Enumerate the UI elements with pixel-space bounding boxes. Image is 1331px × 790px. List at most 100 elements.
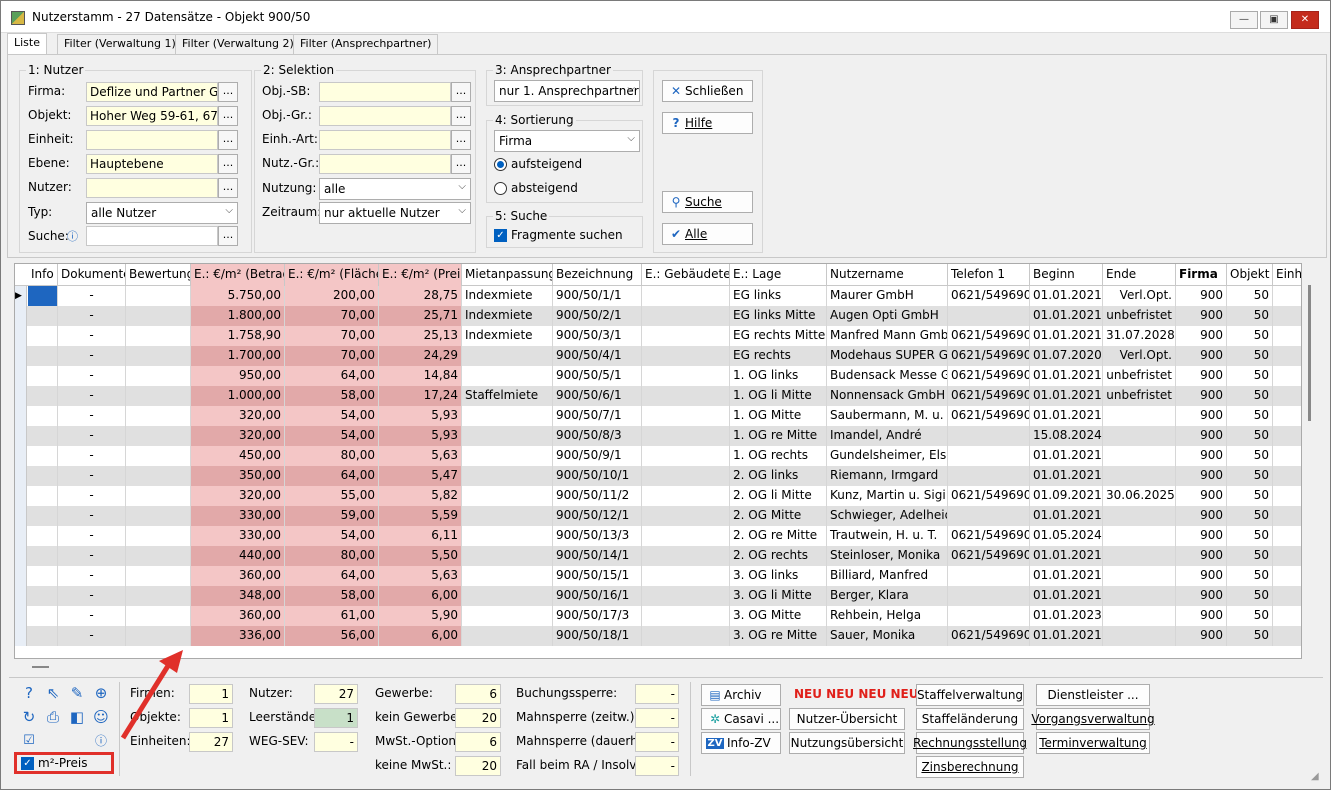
table-cell[interactable] bbox=[948, 606, 1030, 626]
table-cell[interactable] bbox=[126, 566, 191, 586]
column-header[interactable]: Telefon 1 bbox=[948, 264, 1030, 286]
table-cell[interactable]: EG rechts bbox=[730, 346, 827, 366]
table-cell[interactable]: 900 bbox=[1176, 446, 1227, 466]
table-cell[interactable]: 50 bbox=[1227, 286, 1273, 306]
table-cell[interactable]: 320,00 bbox=[191, 406, 285, 426]
table-cell[interactable]: 54,00 bbox=[285, 406, 379, 426]
table-cell[interactable]: 01.01.2021 bbox=[1030, 406, 1103, 426]
table-cell[interactable]: 900/50/15/1 bbox=[553, 566, 642, 586]
table-cell[interactable]: 0621/549690 bbox=[948, 406, 1030, 426]
table-cell[interactable]: Modehaus SUPER GmbH bbox=[827, 346, 948, 366]
table-cell[interactable] bbox=[1273, 466, 1301, 486]
table-cell[interactable]: Indexmiete bbox=[462, 326, 553, 346]
suche-button[interactable]: ⚲ Suche bbox=[662, 191, 753, 213]
table-cell[interactable]: Schwieger, Adelheid bbox=[827, 506, 948, 526]
rechnungsstellung-button[interactable]: Rechnungsstellung bbox=[913, 732, 1027, 754]
table-cell[interactable] bbox=[1273, 406, 1301, 426]
table-cell[interactable]: 336,00 bbox=[191, 626, 285, 646]
table-row[interactable]: - 1.700,00 70,00 24,29 900/50/4/1 EG rechts Mo… bbox=[15, 346, 1301, 366]
cursor-icon[interactable]: ⇖ bbox=[43, 683, 63, 703]
column-header[interactable]: Nutzername bbox=[827, 264, 948, 286]
minimize-icon[interactable]: — bbox=[1230, 11, 1258, 29]
ebene-browse-button[interactable]: ... bbox=[218, 154, 238, 174]
table-row[interactable]: - 360,00 64,00 5,63 900/50/15/1 3. OG links Bi… bbox=[15, 566, 1301, 586]
table-cell[interactable] bbox=[28, 306, 58, 326]
column-header[interactable]: Beginn bbox=[1030, 264, 1103, 286]
table-cell[interactable]: 900 bbox=[1176, 306, 1227, 326]
table-cell[interactable]: 900 bbox=[1176, 286, 1227, 306]
nutzer-uebersicht-button[interactable]: Nutzer-Übersicht bbox=[789, 708, 905, 730]
table-cell[interactable]: Kunz, Martin u. Sigi bbox=[827, 486, 948, 506]
table-cell[interactable] bbox=[1103, 506, 1176, 526]
table-cell[interactable] bbox=[462, 586, 553, 606]
table-cell[interactable]: - bbox=[58, 406, 126, 426]
table-cell[interactable] bbox=[642, 606, 730, 626]
table-cell[interactable]: 50 bbox=[1227, 526, 1273, 546]
table-cell[interactable]: 900/50/2/1 bbox=[553, 306, 642, 326]
table-cell[interactable] bbox=[462, 366, 553, 386]
table-cell[interactable]: 0621/549690 bbox=[948, 386, 1030, 406]
table-cell[interactable]: Berger, Klara bbox=[827, 586, 948, 606]
table-cell[interactable]: 55,00 bbox=[285, 486, 379, 506]
table-cell[interactable] bbox=[126, 366, 191, 386]
table-cell[interactable]: - bbox=[58, 506, 126, 526]
table-cell[interactable] bbox=[126, 386, 191, 406]
table-cell[interactable]: 25,13 bbox=[379, 326, 462, 346]
table-cell[interactable]: 3. OG links bbox=[730, 566, 827, 586]
maximize-icon[interactable]: ▣ bbox=[1260, 11, 1288, 29]
print-icon[interactable]: ⎙ bbox=[43, 707, 63, 727]
table-cell[interactable]: 6,00 bbox=[379, 586, 462, 606]
table-cell[interactable] bbox=[28, 586, 58, 606]
scrollbar-thumb[interactable] bbox=[1308, 285, 1311, 421]
table-cell[interactable] bbox=[1273, 366, 1301, 386]
table-cell[interactable]: 360,00 bbox=[191, 566, 285, 586]
staffelaenderung-button[interactable]: Staffeländerung bbox=[916, 708, 1024, 730]
table-cell[interactable]: 0621/549690 bbox=[948, 546, 1030, 566]
table-cell[interactable]: 900 bbox=[1176, 566, 1227, 586]
table-cell[interactable]: 01.01.2021 bbox=[1030, 386, 1103, 406]
table-cell[interactable]: 320,00 bbox=[191, 426, 285, 446]
vertical-scrollbar[interactable] bbox=[1303, 263, 1313, 659]
table-cell[interactable] bbox=[28, 606, 58, 626]
terminverwaltung-button[interactable]: Terminverwaltung bbox=[1036, 732, 1150, 754]
resize-grip-icon[interactable]: ◢ bbox=[1311, 771, 1325, 785]
table-cell[interactable]: 3. OG Mitte bbox=[730, 606, 827, 626]
table-cell[interactable] bbox=[126, 406, 191, 426]
row-indicator[interactable] bbox=[15, 586, 27, 606]
table-cell[interactable]: Augen Opti GmbH bbox=[827, 306, 948, 326]
table-cell[interactable]: 28,75 bbox=[379, 286, 462, 306]
nutzer-table[interactable]: Info Dokumente Bewertung E.: €/m² (Betrag) E… bbox=[14, 263, 1302, 659]
archiv-button[interactable]: ▤ Archiv bbox=[701, 684, 781, 706]
column-header[interactable]: Mietanpassung bbox=[462, 264, 553, 286]
table-cell[interactable] bbox=[642, 386, 730, 406]
table-cell[interactable]: 70,00 bbox=[285, 306, 379, 326]
table-cell[interactable] bbox=[1273, 286, 1301, 306]
table-cell[interactable]: 900/50/4/1 bbox=[553, 346, 642, 366]
table-cell[interactable]: 900 bbox=[1176, 406, 1227, 426]
table-cell[interactable]: - bbox=[58, 446, 126, 466]
table-cell[interactable]: 25,71 bbox=[379, 306, 462, 326]
table-cell[interactable]: 01.01.2021 bbox=[1030, 366, 1103, 386]
table-row[interactable]: - 440,00 80,00 5,50 900/50/14/1 2. OG rechts S… bbox=[15, 546, 1301, 566]
einheit-field[interactable] bbox=[86, 130, 218, 150]
info-icon[interactable]: ⓘ bbox=[67, 228, 78, 244]
table-cell[interactable] bbox=[948, 466, 1030, 486]
table-cell[interactable]: 348,00 bbox=[191, 586, 285, 606]
row-indicator[interactable] bbox=[15, 306, 27, 326]
table-cell[interactable]: 5,50 bbox=[379, 546, 462, 566]
table-cell[interactable]: 1.700,00 bbox=[191, 346, 285, 366]
table-cell[interactable]: 5,90 bbox=[379, 606, 462, 626]
table-cell[interactable] bbox=[28, 466, 58, 486]
splitter-handle[interactable] bbox=[32, 666, 49, 668]
table-cell[interactable]: unbefristet bbox=[1103, 306, 1176, 326]
checkbox-icon[interactable]: ☑ bbox=[19, 731, 39, 751]
table-cell[interactable]: 900/50/14/1 bbox=[553, 546, 642, 566]
table-cell[interactable]: - bbox=[58, 306, 126, 326]
table-cell[interactable]: 50 bbox=[1227, 506, 1273, 526]
table-cell[interactable] bbox=[126, 326, 191, 346]
table-cell[interactable] bbox=[126, 626, 191, 646]
row-indicator[interactable] bbox=[15, 466, 27, 486]
table-cell[interactable]: 900/50/16/1 bbox=[553, 586, 642, 606]
table-cell[interactable]: - bbox=[58, 426, 126, 446]
table-cell[interactable]: EG links Mitte bbox=[730, 306, 827, 326]
